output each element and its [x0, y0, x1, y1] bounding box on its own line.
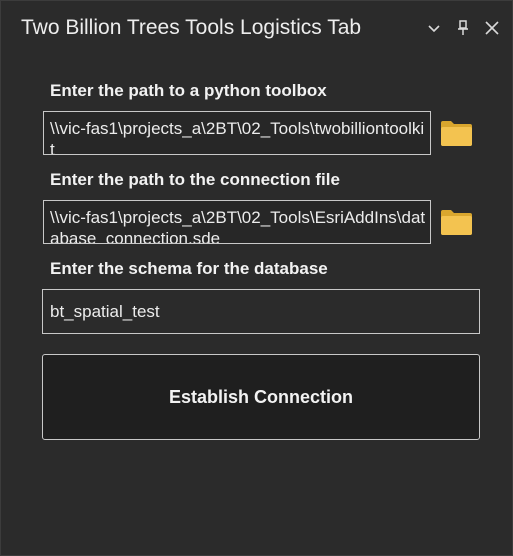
connection-path-field[interactable]: \\vic-fas1\projects_a\2BT\02_Tools\EsriA…: [43, 200, 431, 244]
dockpane: Two Billion Trees Tools Logistics Tab En…: [0, 0, 513, 556]
chevron-down-icon: [428, 25, 440, 33]
establish-connection-label: Establish Connection: [168, 386, 354, 407]
connection-path-value: \\vic-fas1\projects_a\2BT\02_Tools\EsriA…: [50, 208, 426, 244]
folder-icon[interactable]: [440, 119, 473, 147]
toolbox-path-field[interactable]: \\vic-fas1\projects_a\2BT\02_Tools\twobi…: [43, 111, 431, 155]
title-bar: Two Billion Trees Tools Logistics Tab: [1, 1, 512, 57]
toolbox-path-label: Enter the path to a python toolbox: [50, 81, 327, 100]
pin-button[interactable]: [452, 15, 474, 41]
close-button[interactable]: [481, 15, 503, 41]
toolbox-path-value: \\vic-fas1\projects_a\2BT\02_Tools\twobi…: [50, 119, 425, 155]
schema-input[interactable]: [42, 289, 480, 334]
pin-icon: [458, 20, 468, 35]
options-button[interactable]: [423, 15, 445, 41]
folder-icon[interactable]: [440, 208, 473, 236]
connection-path-label: Enter the path to the connection file: [50, 170, 340, 189]
pane-title: Two Billion Trees Tools Logistics Tab: [21, 16, 362, 39]
establish-connection-button[interactable]: Establish Connection: [42, 354, 480, 440]
schema-label: Enter the schema for the database: [50, 259, 328, 278]
close-icon: [485, 21, 499, 35]
